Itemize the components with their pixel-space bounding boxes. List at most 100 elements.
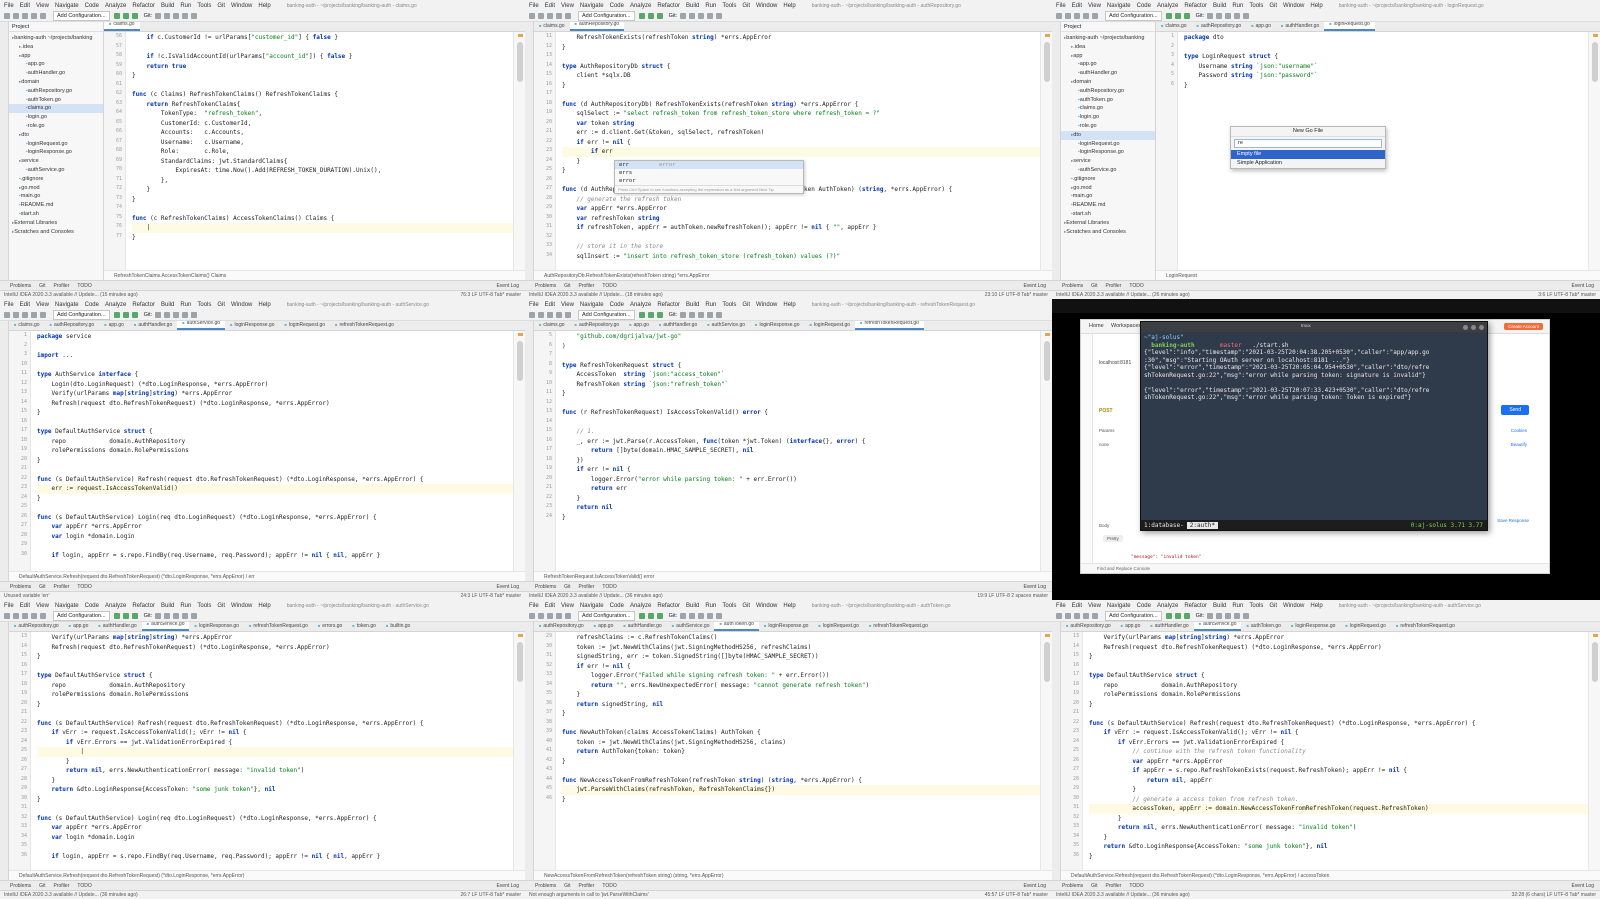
tree-node[interactable]: External Libraries [9,219,103,228]
stop-icon[interactable] [656,613,663,619]
editor-tab[interactable]: loginRequest.go [279,321,330,330]
status-info[interactable]: 76:3 LF UTF-8 Tab* master [461,292,526,298]
warning-indicator-icon[interactable] [518,634,523,637]
editor-tab[interactable]: authService.go [177,321,226,330]
search-icon[interactable] [1243,613,1250,619]
folder-icon[interactable] [529,13,535,19]
editor-tab[interactable]: claims.go [9,321,45,330]
stop-icon[interactable] [656,13,663,19]
sync-icon[interactable] [547,13,553,19]
debug-icon[interactable] [122,312,129,318]
git-update-icon[interactable] [1207,613,1214,619]
sync-icon[interactable] [22,312,28,318]
warning-indicator-icon[interactable] [1045,34,1050,37]
run-configuration-select[interactable]: Add Configuration... [578,310,635,320]
editor-tab[interactable]: authHandler.go [1145,622,1193,631]
editor-scrollbar[interactable] [1588,632,1600,870]
run-configuration-select[interactable]: Add Configuration... [53,611,110,621]
menu-window[interactable]: Window [231,302,252,308]
completion-item[interactable]: errs [615,169,803,177]
tree-node[interactable]: domain [9,78,103,87]
menu-edit[interactable]: Edit [20,302,30,308]
history-icon[interactable] [182,312,189,318]
history-icon[interactable] [707,613,714,619]
menu-file[interactable]: File [4,302,14,308]
run-configuration-select[interactable]: Add Configuration... [578,611,635,621]
menu-window[interactable]: Window [231,603,252,609]
editor-tab[interactable]: refreshTokenRequest.go [244,622,313,631]
editor-tab[interactable]: authRepository.go [570,321,625,330]
tree-node[interactable]: login.go [9,113,103,122]
git-commit-icon[interactable] [164,613,171,619]
forward-icon[interactable] [1092,613,1098,619]
menu-code[interactable]: Code [610,603,624,609]
code-area[interactable]: if c.CustomerId != urlParams["customer_i… [132,33,513,270]
menu-edit[interactable]: Edit [20,603,30,609]
history-icon[interactable] [707,312,714,318]
tree-node[interactable]: authToken.go [9,96,103,105]
find-replace-console[interactable]: Find and Replace Console [1097,566,1150,571]
editor-tab[interactable]: loginResponse.go [750,321,804,330]
debug-icon[interactable] [647,13,654,19]
editor-tab[interactable]: loginResponse.go [225,321,279,330]
http-method-select[interactable]: POST [1099,408,1113,414]
file-kind-option[interactable]: Simple Application [1231,159,1385,168]
editor-tab[interactable]: authService.go [702,321,750,330]
menu-navigate[interactable]: Navigate [580,3,604,9]
debug-icon[interactable] [647,613,654,619]
run-icon[interactable] [1165,13,1172,19]
menu-run[interactable]: Run [705,603,716,609]
tree-node[interactable]: loginResponse.go [1061,148,1155,157]
tree-node[interactable]: app [9,52,103,61]
search-icon[interactable] [716,613,723,619]
menu-build[interactable]: Build [686,603,699,609]
menu-tools[interactable]: Tools [197,603,211,609]
menu-git[interactable]: Git [217,302,225,308]
git-tab[interactable]: Git [39,584,45,590]
close-icon[interactable] [1479,325,1484,330]
editor-tab[interactable]: refreshTokenRequest.go [330,321,399,330]
back-icon[interactable] [556,13,562,19]
menu-build[interactable]: Build [1213,603,1226,609]
editor-tab[interactable]: authHandler.go [93,622,141,631]
editor-tab[interactable]: errors.go [313,622,347,631]
create-account-button[interactable]: Create Account [1504,323,1543,330]
breadcrumb[interactable]: LoginRequest [1156,270,1600,280]
menu-refactor[interactable]: Refactor [1184,603,1207,609]
menu-edit[interactable]: Edit [545,302,555,308]
status-info[interactable]: 45:57 LF UTF-8 Tab* master [985,892,1052,898]
git-push-icon[interactable] [173,13,180,19]
problems-tab[interactable]: Problems [10,283,31,289]
menu-build[interactable]: Build [161,3,174,9]
editor-tab[interactable]: refreshTokenRequest.go [855,321,924,330]
git-update-icon[interactable] [155,13,162,19]
editor-tab[interactable]: authService.go [141,622,190,631]
profiler-tab[interactable]: Profiler [54,283,70,289]
git-tab[interactable]: Git [39,883,45,889]
stop-icon[interactable] [131,13,138,19]
editor-scrollbar[interactable] [1040,632,1052,870]
scroll-thumb[interactable] [517,642,523,682]
home-link[interactable]: Home [1089,323,1104,329]
search-icon[interactable] [191,613,198,619]
menu-tools[interactable]: Tools [722,603,736,609]
warning-indicator-icon[interactable] [1045,634,1050,637]
save-icon[interactable] [538,613,544,619]
code-editor[interactable]: 56 57 58 59 60 61 62 63 64 65 66 67 68 69 70 71 72 73 74 75… [104,32,513,270]
warning-indicator-icon[interactable] [518,34,523,37]
git-tab[interactable]: Git [564,283,570,289]
editor-tab[interactable]: claims.go [534,321,570,330]
menu-refactor[interactable]: Refactor [132,302,155,308]
editor-tab[interactable]: app.go [1246,22,1276,31]
menu-tools[interactable]: Tools [722,302,736,308]
warning-indicator-icon[interactable] [1593,634,1598,637]
search-icon[interactable] [716,312,723,318]
tree-node[interactable]: authService.go [1061,166,1155,175]
editor-tab[interactable]: authToken.go [714,622,759,631]
request-url[interactable]: localhost:8181 [1099,360,1131,366]
menu-view[interactable]: View [36,302,49,308]
menu-build[interactable]: Build [161,302,174,308]
status-info[interactable]: 32:28 (6 chars) LF UTF-8 Tab* master [1512,892,1600,898]
code-editor[interactable]: 29 30 31 32 33 34 35 36 37 38 39 40 41 42 43 44 45 46 ref… [534,632,1040,870]
menu-refactor[interactable]: Refactor [657,603,680,609]
